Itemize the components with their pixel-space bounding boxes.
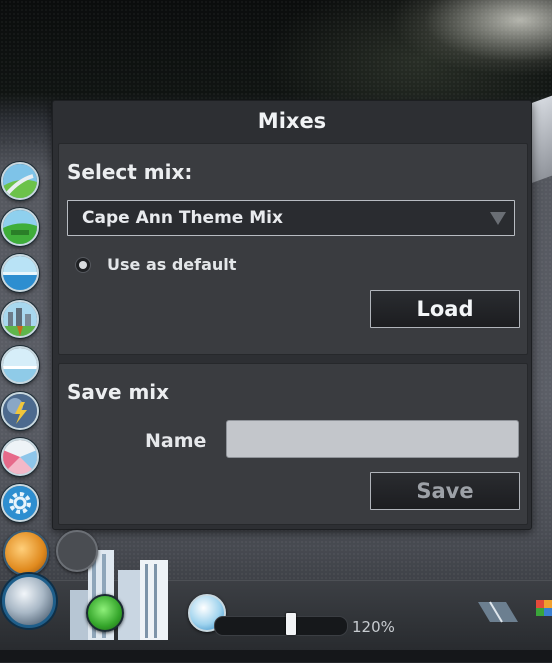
- save-button[interactable]: Save: [370, 472, 520, 510]
- mix-name-input[interactable]: [226, 420, 519, 458]
- zoning-info-icon[interactable]: [534, 598, 552, 620]
- sidebar-drag-handle[interactable]: [0, 130, 44, 148]
- select-mix-heading: Select mix:: [67, 160, 193, 184]
- landscape-icon: [3, 348, 37, 382]
- zoom-level-text: 120%: [352, 618, 395, 636]
- settings-tool-button[interactable]: [1, 484, 39, 522]
- water-tool-button[interactable]: [1, 254, 39, 292]
- save-mix-section: Save mix Name Save: [58, 363, 528, 525]
- disasters-tool-button[interactable]: [1, 392, 39, 430]
- mix-dropdown[interactable]: Cape Ann Theme Mix: [67, 200, 515, 236]
- select-mix-section: Select mix: Cape Ann Theme Mix Use as de…: [58, 143, 528, 355]
- road-icon: [3, 164, 37, 198]
- chevron-down-icon: [490, 212, 506, 225]
- transport-tool-button[interactable]: [1, 300, 39, 338]
- name-label: Name: [145, 430, 207, 452]
- mixes-panel: Mixes Select mix: Cape Ann Theme Mix Use…: [52, 100, 532, 530]
- zoning-icon: [3, 210, 37, 244]
- water-icon: [3, 256, 37, 290]
- gear-icon: [3, 486, 37, 520]
- status-strip: [0, 650, 552, 662]
- zoom-slider-track[interactable]: [214, 616, 348, 636]
- zoning-tool-button[interactable]: [1, 208, 39, 246]
- unlock-milestones-button[interactable]: [3, 530, 49, 576]
- default-radio-label: Use as default: [107, 255, 237, 274]
- save-mix-heading: Save mix: [67, 380, 170, 404]
- default-radio[interactable]: [75, 257, 91, 273]
- landscaping-tool-button[interactable]: [1, 346, 39, 384]
- magnet-icon[interactable]: [56, 530, 98, 572]
- districts-icon: [3, 440, 37, 474]
- load-button[interactable]: Load: [370, 290, 520, 328]
- globe-icon[interactable]: [2, 574, 56, 628]
- disaster-icon: [3, 394, 37, 428]
- mix-dropdown-value: Cape Ann Theme Mix: [82, 208, 283, 228]
- road-info-icon[interactable]: [476, 598, 520, 626]
- lock-icon[interactable]: [86, 594, 124, 632]
- road-tool-button[interactable]: [1, 162, 39, 200]
- panel-title: Mixes: [257, 109, 327, 133]
- districts-tool-button[interactable]: [1, 438, 39, 476]
- zoom-slider-thumb[interactable]: [286, 613, 296, 635]
- transport-icon: [3, 302, 37, 336]
